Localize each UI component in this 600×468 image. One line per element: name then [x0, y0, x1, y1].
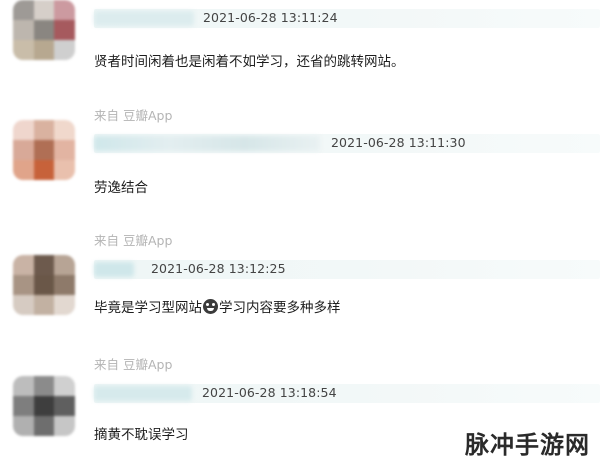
avatar-tile [13, 255, 34, 275]
comment-meta-bar: 2021-06-28 13:11:24 [94, 9, 600, 28]
avatar-tile [13, 40, 34, 60]
avatar-tile [54, 396, 75, 416]
avatar-tile [13, 0, 34, 20]
avatar[interactable] [13, 376, 75, 436]
avatar-tile [33, 416, 55, 436]
timestamp: 2021-06-28 13:11:24 [203, 10, 338, 25]
avatar-tile [33, 0, 55, 20]
comment-text: 毕竟是学习型网站 学习内容要多种多样 [94, 296, 341, 316]
comment-text: 摘黄不耽误学习 [94, 427, 189, 443]
avatar-tile [33, 40, 55, 60]
avatar-tile [54, 295, 75, 315]
timestamp: 2021-06-28 13:18:54 [202, 385, 337, 400]
avatar-tile [33, 255, 55, 275]
avatar-tile [33, 140, 55, 160]
avatar-tile [33, 160, 55, 180]
comment-text: 贤者时间闲着也是闲着不如学习，还省的跳转网站。 [94, 54, 405, 70]
redacted-username [94, 11, 194, 26]
redacted-username [94, 262, 134, 277]
comment-meta-bar: 2021-06-28 13:18:54 [94, 384, 600, 403]
avatar-tile [54, 20, 75, 40]
avatar[interactable] [13, 120, 75, 180]
timestamp: 2021-06-28 13:12:25 [151, 261, 286, 276]
comment-source: 来自 豆瓣App [94, 357, 173, 372]
avatar-tile [54, 255, 75, 275]
avatar-tile [13, 160, 34, 180]
avatar-tile [54, 376, 75, 396]
comment-meta-bar: 2021-06-28 13:12:25 [94, 260, 600, 279]
avatar-tile [54, 275, 75, 295]
avatar-tile [13, 275, 34, 295]
avatar-tile [33, 376, 55, 396]
comment-text-part: 学习内容要多种多样 [219, 300, 341, 316]
avatar-tile [54, 140, 75, 160]
avatar-tile [13, 376, 34, 396]
timestamp: 2021-06-28 13:11:30 [331, 135, 466, 150]
comment-text: 劳逸结合 [94, 180, 148, 196]
avatar-tile [33, 396, 55, 416]
avatar[interactable] [13, 0, 75, 60]
avatar-tile [33, 20, 55, 40]
comment-source: 来自 豆瓣App [94, 108, 173, 123]
avatar-tile [13, 140, 34, 160]
avatar-tile [54, 416, 75, 436]
emoji-icon [203, 299, 218, 314]
comment-source: 来自 豆瓣App [94, 233, 173, 248]
avatar-tile [13, 416, 34, 436]
avatar-tile [13, 120, 34, 140]
comment-meta-bar: 2021-06-28 13:11:30 [94, 134, 600, 153]
avatar-tile [13, 20, 34, 40]
comment-text-part: 毕竟是学习型网站 [94, 300, 202, 316]
avatar-tile [33, 295, 55, 315]
avatar-tile [13, 396, 34, 416]
avatar-tile [54, 160, 75, 180]
avatar-tile [54, 120, 75, 140]
redacted-username [94, 386, 192, 401]
avatar-tile [54, 0, 75, 20]
avatar-tile [54, 40, 75, 60]
redacted-username [94, 136, 320, 151]
avatar-tile [33, 120, 55, 140]
avatar[interactable] [13, 255, 75, 315]
watermark-logo: 脉冲手游网 [465, 431, 590, 459]
avatar-tile [13, 295, 34, 315]
avatar-tile [33, 275, 55, 295]
